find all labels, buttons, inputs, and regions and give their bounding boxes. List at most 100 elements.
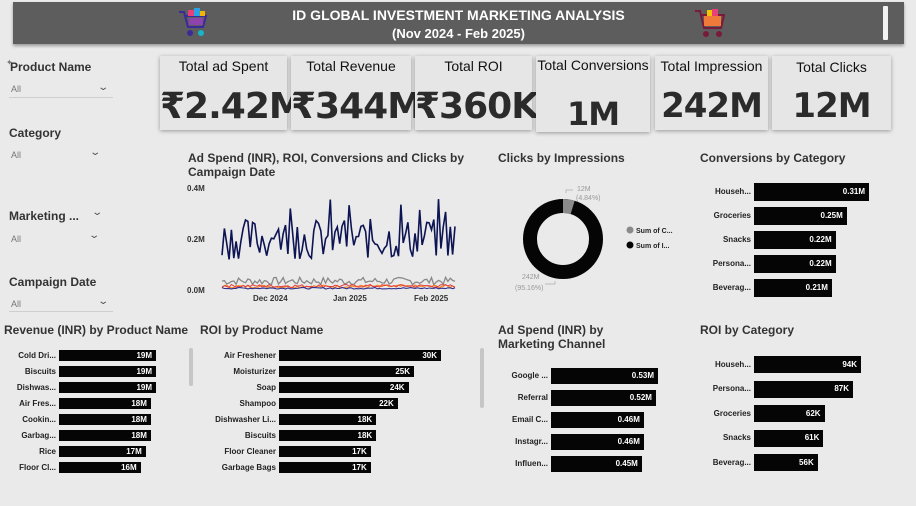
clicks-line[interactable] — [221, 199, 456, 261]
bar[interactable]: 16M — [59, 462, 141, 473]
bar[interactable]: 0.46M — [551, 412, 644, 428]
donut-chart[interactable]: 12M (4.84%) 242M (95.16%) Sum of C... Su… — [505, 180, 695, 300]
bar-row[interactable]: Snacks 61K — [700, 429, 861, 447]
bar-row[interactable]: Air Freshener 30K — [200, 350, 441, 361]
bar-row[interactable]: Soap 24K — [200, 382, 441, 393]
scrollbar[interactable] — [480, 348, 484, 408]
bar-value-label: 18M — [131, 398, 147, 408]
bar-row[interactable]: Moisturizer 25K — [200, 366, 441, 377]
bar-row[interactable]: Floor Cl... 16M — [4, 462, 156, 473]
bar[interactable]: 56K — [754, 454, 818, 471]
bar[interactable]: 0.22M — [754, 231, 836, 249]
bar-row[interactable]: Biscuits 18K — [200, 430, 441, 441]
kpi-card-roi: Total ROI ₹360K — [415, 56, 539, 130]
bar[interactable]: 0.52M — [551, 390, 656, 406]
bar[interactable]: 0.25M — [754, 207, 847, 225]
bar[interactable]: 18K — [279, 414, 377, 425]
bar[interactable]: 17M — [59, 446, 146, 457]
line-chart[interactable]: 0.4M 0.2M 0.0M Dec 2024 Jan 2025 Feb 202… — [185, 180, 470, 305]
bar-category-label: Floor Cl... — [19, 462, 56, 472]
bar-row[interactable]: Househ... 0.31M — [700, 183, 869, 201]
bar-row[interactable]: Beverag... 0.21M — [700, 279, 869, 297]
bar-row[interactable]: Garbage Bags 17K — [200, 462, 441, 473]
legend-item[interactable]: Sum of I... — [636, 243, 670, 250]
bar-value-label: 61K — [804, 433, 820, 442]
bar-row[interactable]: Influen... 0.45M — [498, 456, 658, 472]
bar-row[interactable]: Dishwas... 19M — [4, 382, 156, 393]
bar[interactable]: 19M — [59, 382, 156, 393]
kpi-card-ad-spent: Total ad Spent ₹2.42M — [160, 56, 305, 130]
bar-row[interactable]: Email C... 0.46M — [498, 412, 658, 428]
bar[interactable]: 94K — [754, 356, 861, 373]
bar[interactable]: 30K — [279, 350, 441, 361]
bar-category-label: Instagr... — [515, 437, 548, 446]
revenue-by-product-chart[interactable]: Cold Dri... 19M Biscuits 19M Dishwas... 19M Ai… — [4, 350, 184, 480]
bar-row[interactable]: Floor Cleaner 17K — [200, 446, 441, 457]
bar[interactable]: 22K — [279, 398, 398, 409]
roi-by-category-chart[interactable]: Househ... 94K Persona... 87K Groceries 62K Sna… — [700, 356, 900, 476]
bar[interactable]: 0.22M — [754, 255, 836, 273]
chevron-down-icon[interactable]: ⌄ — [91, 207, 103, 218]
y-tick: 0.0M — [187, 286, 205, 295]
bar-row[interactable]: Garbag... 18M — [4, 430, 156, 441]
bar-row[interactable]: Groceries 0.25M — [700, 207, 869, 225]
bar[interactable]: 0.46M — [551, 434, 644, 450]
bar[interactable]: 18M — [59, 398, 151, 409]
bar[interactable]: 62K — [754, 405, 825, 422]
kpi-value: 1M — [566, 95, 620, 133]
bar[interactable]: 0.53M — [551, 368, 658, 384]
bar[interactable]: 0.45M — [551, 456, 642, 472]
scrollbar[interactable] — [189, 348, 193, 386]
bar-value-label: 62K — [805, 408, 821, 418]
chevron-down-icon[interactable]: ⌄ — [89, 147, 101, 158]
filter-category[interactable]: Category All ⌄ — [9, 126, 104, 166]
bar-row[interactable]: Rice 17M — [4, 446, 156, 457]
bar[interactable]: 19M — [59, 350, 156, 361]
legend-item[interactable]: Sum of C... — [636, 228, 673, 235]
bar[interactable]: 25K — [279, 366, 414, 377]
bar[interactable]: 24K — [279, 382, 409, 393]
bar[interactable]: 17K — [279, 462, 371, 473]
bar-row[interactable]: Shampoo 22K — [200, 398, 441, 409]
bar-category-label: Snacks — [722, 235, 751, 244]
chevron-down-icon[interactable]: ⌄ — [88, 230, 100, 241]
bar-row[interactable]: Groceries 62K — [700, 405, 861, 422]
bar-row[interactable]: Cold Dri... 19M — [4, 350, 156, 361]
bar[interactable]: 17K — [279, 446, 371, 457]
bar-row[interactable]: Persona... 87K — [700, 380, 861, 398]
header-scrollbar[interactable] — [883, 6, 888, 40]
dashboard-title: ID GLOBAL INVESTMENT MARKETING ANALYSIS — [292, 7, 625, 23]
bar[interactable]: 0.21M — [754, 279, 832, 297]
roi-by-product-chart[interactable]: Air Freshener 30K Moisturizer 25K Soap 24K Sha… — [200, 350, 480, 480]
bar[interactable]: 18M — [59, 414, 151, 425]
bar[interactable]: 61K — [754, 429, 824, 447]
donut-slice-impressions[interactable] — [523, 199, 603, 279]
bar-row[interactable]: Beverag... 56K — [700, 454, 861, 471]
chevron-down-icon[interactable]: ⌄ — [97, 82, 109, 93]
filter-campaign-date[interactable]: Campaign Date All ⌄ — [9, 275, 114, 315]
bar[interactable]: 18M — [59, 430, 151, 441]
bar-row[interactable]: Referral 0.52M — [498, 390, 658, 406]
bar[interactable]: 0.31M — [754, 183, 869, 201]
bar-value-label: 18M — [131, 414, 147, 424]
conversions-line[interactable] — [221, 275, 456, 287]
chevron-down-icon[interactable]: ⌄ — [97, 296, 109, 307]
bar-value-label: 0.22M — [809, 235, 832, 244]
bar-row[interactable]: Househ... 94K — [700, 356, 861, 373]
bar-row[interactable]: Snacks 0.22M — [700, 231, 869, 249]
bar-row[interactable]: Instagr... 0.46M — [498, 434, 658, 450]
bar[interactable]: 19M — [59, 366, 156, 377]
bar-row[interactable]: Google ... 0.53M — [498, 368, 658, 384]
bar[interactable]: 18K — [279, 430, 377, 441]
ad-spend-by-channel-chart[interactable]: Google ... 0.53M Referral 0.52M Email C... 0.… — [498, 368, 698, 478]
filter-marketing-channel[interactable]: Marketing ... ⌄ All ⌄ — [9, 207, 109, 249]
bar-row[interactable]: Biscuits 19M — [4, 366, 156, 377]
conv-by-category-chart[interactable]: Househ... 0.31M Groceries 0.25M Snacks 0.22M P… — [700, 183, 900, 303]
bar[interactable]: 87K — [754, 380, 854, 398]
bar-row[interactable]: Dishwasher Li... 18K — [200, 414, 441, 425]
filter-label: Category — [9, 126, 62, 140]
bar-row[interactable]: Air Fres... 18M — [4, 398, 156, 409]
filter-product-name[interactable]: Product Name All ⌄ — [9, 60, 114, 100]
bar-row[interactable]: Cookin... 18M — [4, 414, 156, 425]
bar-row[interactable]: Persona... 0.22M — [700, 255, 869, 273]
